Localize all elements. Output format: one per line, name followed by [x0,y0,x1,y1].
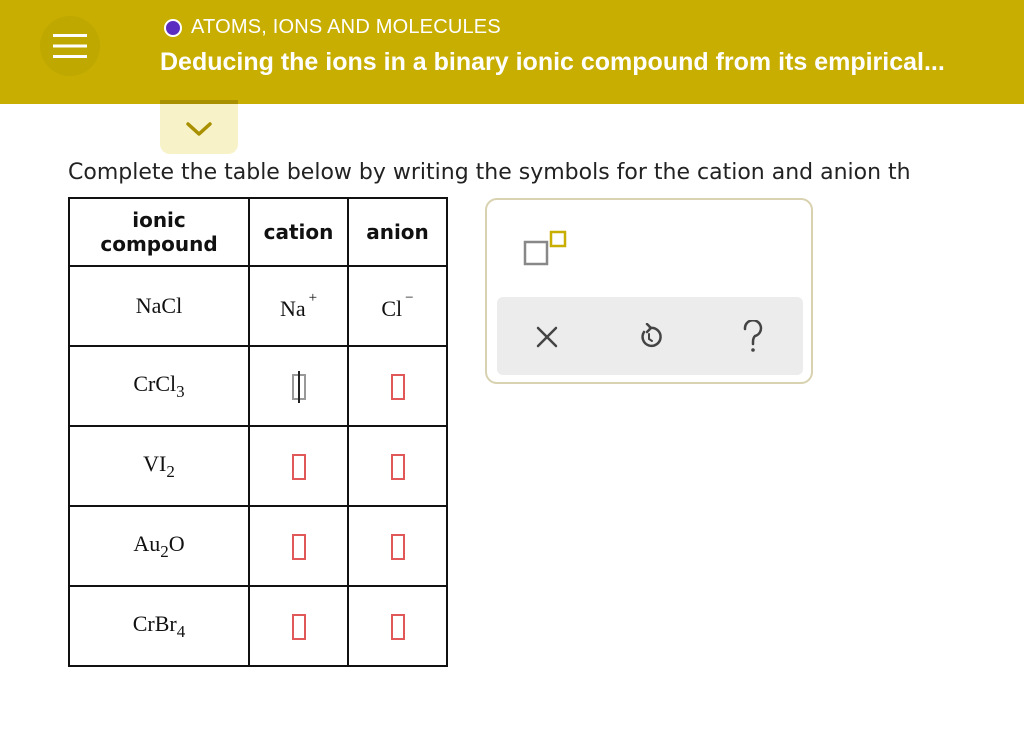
column-header-compound: ionic compound [68,197,250,267]
clear-button[interactable] [527,317,567,357]
compound-header-line1: ionic [132,208,186,232]
table-header-row: ionic compound cation anion [68,197,448,267]
anion-input[interactable] [390,613,405,640]
anion-input[interactable] [390,373,405,400]
anion-charge: − [405,290,414,306]
compound-subscript: 3 [176,381,185,401]
compound-cell: Au2O [68,505,250,587]
anion-cell [347,585,448,667]
cation-input[interactable] [291,370,306,403]
compound-header-line2: compound [100,232,218,256]
expand-tab[interactable] [160,100,238,154]
compound-formula: Au [133,530,161,556]
ions-table: ionic compound cation anion NaCl Na + Cl −… [68,197,448,667]
menu-button[interactable] [40,16,100,76]
table-row: Au2O [68,505,448,587]
answer-tools-panel [485,198,813,384]
top-bar: ATOMS, IONS AND MOLECULES Deducing the i… [0,0,1024,104]
anion-cell [347,425,448,507]
compound-formula: NaCl [135,293,183,318]
compound-cell: NaCl [68,265,250,347]
compound-formula: CrBr [132,610,177,636]
cation-input[interactable] [291,453,306,480]
cation-input[interactable] [291,613,306,640]
compound-subscript: 4 [176,621,186,641]
anion-symbol: Cl [381,296,403,321]
compound-formula: VI [143,450,167,476]
help-icon [743,320,763,352]
table-row: VI2 [68,425,448,507]
table-row: NaCl Na + Cl − [68,265,448,347]
anion-cell [347,505,448,587]
column-header-cation: cation [248,197,349,267]
compound-cell: CrBr4 [68,585,250,667]
cation-input[interactable] [291,533,306,560]
column-header-anion: anion [347,197,448,267]
compound-cell: CrCl3 [68,345,250,427]
superscript-box-icon [523,230,567,266]
compound-subscript: 2 [160,541,169,561]
hamburger-icon [53,34,87,58]
page-title: Deducing the ions in a binary ionic comp… [160,48,945,76]
anion-input[interactable] [390,453,405,480]
compound-subscript: 2 [166,461,175,481]
compound-cell: VI2 [68,425,250,507]
help-button[interactable] [733,317,773,357]
instructions-text: Complete the table below by writing the … [68,160,911,185]
close-icon [536,326,558,348]
topic-indicator-dot [164,18,182,37]
compound-formula: CrCl [133,370,177,396]
undo-button[interactable] [630,317,670,357]
cation-cell [248,345,349,427]
superscript-button[interactable] [523,230,567,270]
table-row: CrBr4 [68,585,448,667]
anion-cell [347,345,448,427]
topic-label: ATOMS, IONS AND MOLECULES [191,16,501,38]
anion-cell: Cl − [347,265,448,347]
compound-formula-tail: O [168,530,185,556]
topic-row: ATOMS, IONS AND MOLECULES [164,16,501,39]
table-row: CrCl3 [68,345,448,427]
cation-cell: Na + [248,265,349,347]
cation-cell [248,425,349,507]
chevron-down-icon [186,122,212,136]
anion-input[interactable] [390,533,405,560]
cation-charge: + [308,290,318,306]
cation-cell [248,585,349,667]
undo-icon [641,323,662,348]
cation-symbol: Na [279,296,306,321]
cation-cell [248,505,349,587]
tool-bar [497,297,803,375]
